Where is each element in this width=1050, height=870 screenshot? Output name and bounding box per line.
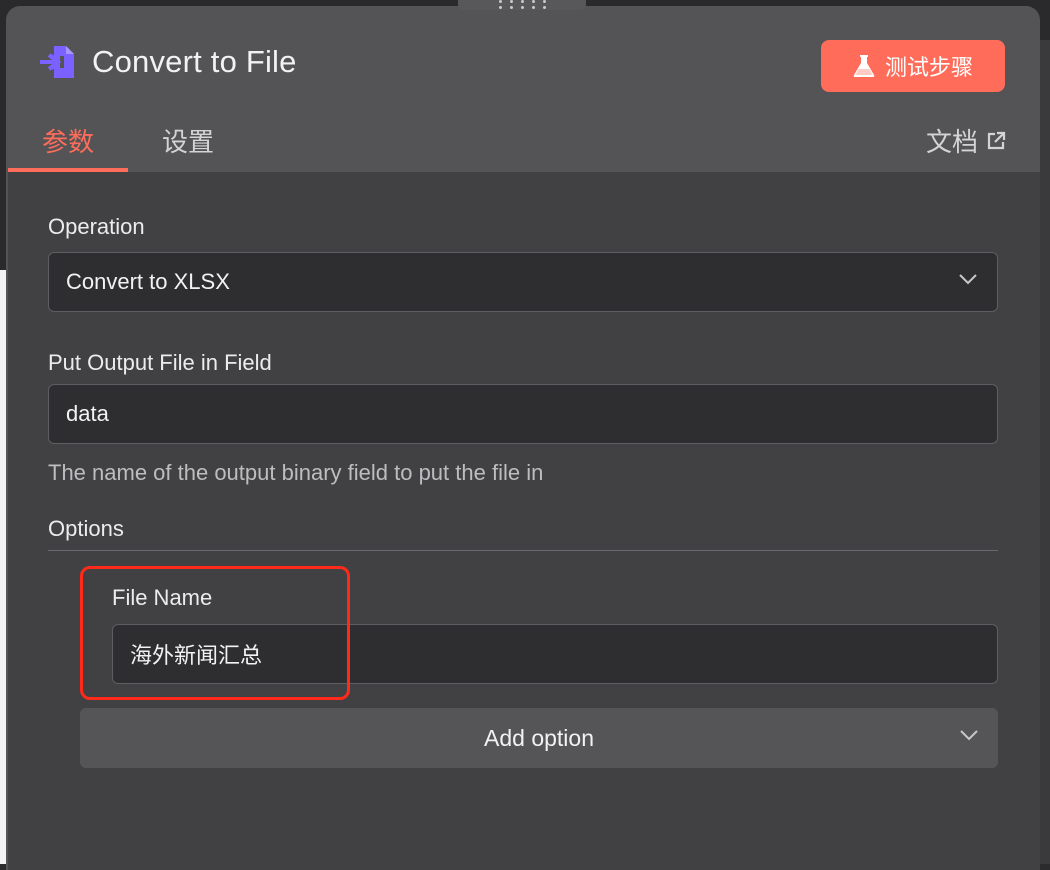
operation-select[interactable]: Convert to XLSX <box>48 252 998 312</box>
output-field-hint: The name of the output binary field to p… <box>48 460 544 485</box>
panel-tabs: 参数 设置 文档 <box>6 118 1040 172</box>
output-field-label: Put Output File in Field <box>48 350 272 375</box>
flask-icon <box>853 55 875 77</box>
chevron-down-icon <box>960 730 978 741</box>
node-title: Convert to File <box>92 44 297 79</box>
docs-link[interactable]: 文档 <box>926 122 1006 159</box>
operation-value: Convert to XLSX <box>66 269 230 294</box>
convert-file-icon <box>40 46 74 78</box>
options-divider <box>48 550 998 551</box>
add-option-button[interactable]: Add option <box>80 708 998 768</box>
panel-drag-handle[interactable] <box>458 0 586 10</box>
tab-settings[interactable]: 设置 <box>140 118 236 172</box>
highlight-annotation <box>80 566 350 700</box>
test-step-button[interactable]: 测试步骤 <box>821 40 1005 92</box>
drag-dots-icon <box>498 0 546 9</box>
operation-label: Operation <box>48 214 145 239</box>
panel-header: Convert to File 测试步骤 <box>6 6 1040 118</box>
parameters-body: Operation Convert to XLSX Put Output Fil… <box>8 172 1040 870</box>
external-link-icon <box>987 131 1006 149</box>
output-field-value: data <box>66 401 109 426</box>
output-field-input[interactable]: data <box>48 384 998 444</box>
test-step-label: 测试步骤 <box>884 55 973 80</box>
add-option-label: Add option <box>484 724 594 751</box>
node-settings-panel: Convert to File 测试步骤 参数 设置 文档 Operation … <box>6 6 1040 870</box>
options-label: Options <box>48 516 124 541</box>
docs-label: 文档 <box>925 127 978 157</box>
chevron-down-icon <box>959 274 977 285</box>
tab-parameters[interactable]: 参数 <box>8 118 128 172</box>
